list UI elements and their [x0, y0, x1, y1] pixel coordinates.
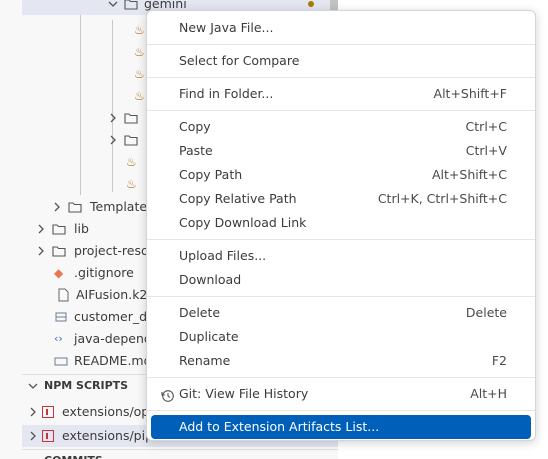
menu-item-upload-files[interactable]: Upload Files... — [151, 244, 531, 268]
section-title: COMMITS — [44, 450, 103, 459]
menu-item-add-to-extension-artifacts[interactable]: Add to Extension Artifacts List... — [151, 415, 531, 439]
folder-icon — [52, 244, 66, 258]
menu-separator — [147, 77, 535, 78]
file-icon — [56, 288, 70, 302]
folder-icon — [124, 111, 138, 125]
context-menu: New Java File... Select for Compare Find… — [146, 10, 536, 441]
modified-dot — [308, 1, 314, 7]
folder-icon — [52, 222, 66, 236]
menu-separator — [147, 110, 535, 111]
git-file-icon: ◆ — [54, 266, 64, 280]
file-label: .gitignore — [74, 265, 134, 280]
folder-label: project-resou — [74, 243, 157, 258]
folder-icon — [124, 0, 138, 11]
commits-header[interactable]: COMMITS — [22, 449, 338, 459]
folder-icon — [124, 133, 138, 147]
npm-script-label: extensions/pip — [62, 428, 154, 443]
menu-separator — [147, 296, 535, 297]
chevron-right-icon — [36, 246, 46, 256]
menu-item-rename[interactable]: Rename F2 — [151, 349, 531, 373]
menu-item-copy[interactable]: Copy Ctrl+C — [151, 115, 531, 139]
folder-label: lib — [74, 221, 89, 236]
chevron-right-icon — [108, 113, 118, 123]
markdown-file-icon — [54, 354, 68, 368]
menu-separator — [147, 239, 535, 240]
chevron-right-icon — [108, 135, 118, 145]
section-title: NPM SCRIPTS — [44, 379, 129, 392]
folder-label: Templates — [90, 199, 154, 214]
menu-item-duplicate[interactable]: Duplicate — [151, 325, 531, 349]
menu-item-copy-path[interactable]: Copy Path Alt+Shift+C — [151, 163, 531, 187]
menu-separator — [147, 377, 535, 378]
menu-separator — [147, 410, 535, 411]
npm-script-label: extensions/ope — [62, 404, 157, 419]
chevron-right-icon — [28, 407, 38, 417]
npm-icon — [42, 406, 54, 418]
menu-item-download[interactable]: Download — [151, 268, 531, 292]
history-icon — [161, 387, 175, 402]
chevron-right-icon — [28, 431, 38, 441]
menu-item-new-java-file[interactable]: New Java File... — [151, 16, 531, 40]
menu-item-copy-download-link[interactable]: Copy Download Link — [151, 211, 531, 235]
java-file-icon: ♨ — [126, 177, 137, 191]
activity-strip — [0, 0, 22, 459]
folder-icon — [68, 200, 82, 214]
chevron-right-icon — [52, 202, 62, 212]
menu-item-paste[interactable]: Paste Ctrl+V — [151, 139, 531, 163]
database-icon — [54, 310, 68, 324]
menu-item-delete[interactable]: Delete Delete — [151, 301, 531, 325]
file-label: AIFusion.k2p — [76, 287, 156, 302]
file-label: README.md — [74, 353, 152, 368]
menu-item-find-in-folder[interactable]: Find in Folder... Alt+Shift+F — [151, 82, 531, 106]
chevron-down-icon — [108, 0, 118, 9]
npm-icon — [42, 430, 54, 442]
java-file-icon: ♨ — [126, 155, 137, 169]
code-file-icon: ‹› — [54, 332, 63, 345]
file-label: customer_db — [74, 309, 155, 324]
chevron-down-icon — [28, 381, 38, 391]
menu-separator — [147, 44, 535, 45]
chevron-right-icon — [36, 224, 46, 234]
file-label: java-depend — [74, 331, 152, 346]
menu-item-git-view-file-history[interactable]: Git: View File History Alt+H — [151, 382, 531, 406]
menu-item-select-for-compare[interactable]: Select for Compare — [151, 49, 531, 73]
menu-item-copy-relative-path[interactable]: Copy Relative Path Ctrl+K, Ctrl+Shift+C — [151, 187, 531, 211]
